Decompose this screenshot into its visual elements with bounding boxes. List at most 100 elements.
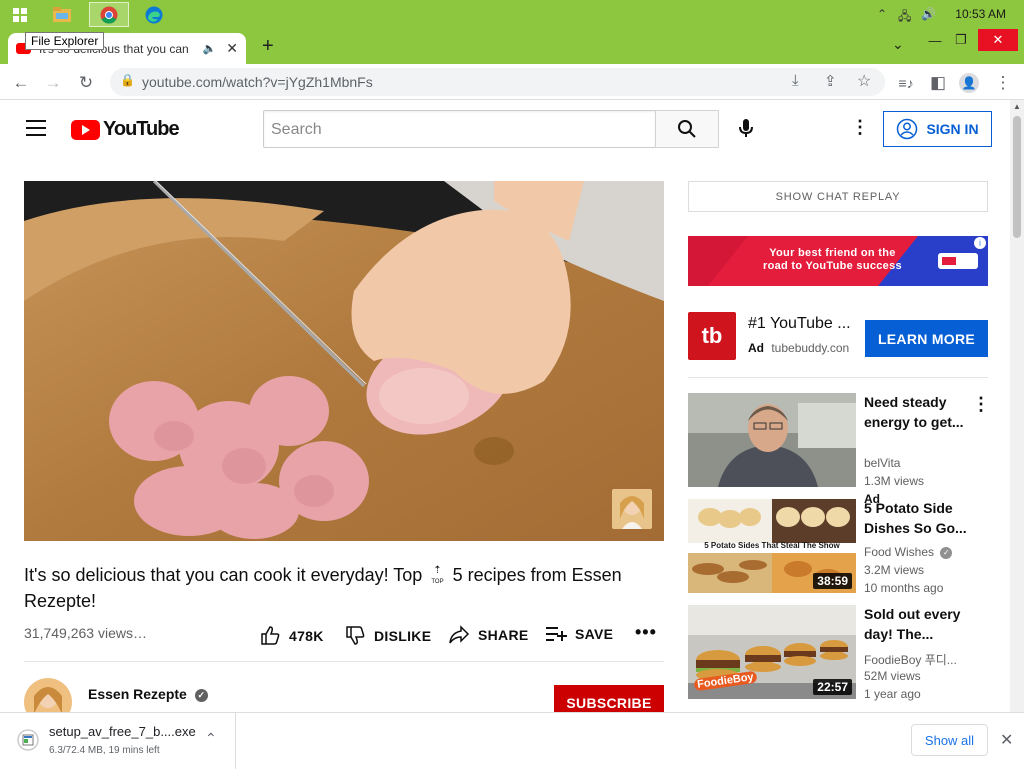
view-count[interactable]: 31,749,263 views…: [24, 625, 147, 641]
rec-title-3[interactable]: Sold out every day! The...: [864, 604, 974, 644]
taskbar-clock[interactable]: 10:53 AM: [955, 7, 1006, 21]
save-button[interactable]: SAVE: [545, 625, 613, 643]
share-button[interactable]: SHARE: [448, 625, 529, 645]
thumbs-up-icon: [261, 626, 280, 645]
page-scrollbar[interactable]: ▲: [1010, 100, 1024, 712]
banner-text: Your best friend on the road to YouTube …: [763, 247, 902, 273]
video-title: It's so delicious that you can cook it e…: [24, 562, 664, 614]
microphone-icon[interactable]: [734, 116, 758, 140]
volume-icon[interactable]: 🔊: [921, 7, 936, 21]
install-icon[interactable]: ⤓: [792, 72, 799, 89]
rec-channel-name-2: Food Wishes: [864, 545, 935, 559]
show-all-downloads-button[interactable]: Show all: [911, 724, 988, 756]
share-page-icon[interactable]: ⇪: [824, 72, 837, 90]
rec-thumbnail-3[interactable]: FoodieBoy 22:57: [688, 605, 856, 699]
rec-age-2: 10 months ago: [864, 581, 944, 595]
tray-chevron-icon[interactable]: ⌃: [877, 7, 887, 21]
rec-thumbnail-1[interactable]: [688, 393, 856, 487]
windows-start-icon[interactable]: [0, 2, 40, 27]
rec-age-3: 1 year ago: [864, 687, 921, 701]
channel-watermark[interactable]: [612, 489, 652, 529]
show-chat-replay-button[interactable]: SHOW CHAT REPLAY: [688, 181, 988, 212]
share-arrow-icon: [449, 625, 470, 644]
learn-more-button[interactable]: LEARN MORE: [865, 320, 988, 357]
sign-in-button[interactable]: SIGN IN: [883, 111, 992, 147]
ad-title[interactable]: #1 YouTube ...: [748, 315, 851, 333]
rec-thumbnail-2[interactable]: 5 Potato Sides That Steal The Show 38:59: [688, 499, 856, 593]
forward-arrow-icon[interactable]: →: [42, 72, 64, 94]
browser-toolbar: ← → ↻ 🔒 youtube.com/watch?v=jYgZh1MbnFs …: [0, 64, 1024, 100]
url-text[interactable]: youtube.com/watch?v=jYgZh1MbnFs: [142, 74, 373, 90]
tubebuddy-logo[interactable]: tb: [688, 312, 736, 360]
rec-duration-2: 38:59: [813, 573, 852, 589]
reload-icon[interactable]: ↻: [75, 72, 97, 94]
address-bar[interactable]: 🔒 youtube.com/watch?v=jYgZh1MbnFs ⤓ ⇪ ☆: [110, 68, 885, 96]
tab-audio-icon[interactable]: 🔈: [203, 42, 217, 55]
tab-search-icon[interactable]: ⌄: [892, 36, 904, 53]
rec-views-1: 1.3M views: [864, 474, 925, 488]
network-icon[interactable]: 🖧: [898, 7, 911, 28]
search-icon: [678, 120, 696, 138]
browser-menu-icon[interactable]: ⋮: [992, 72, 1014, 94]
download-item[interactable]: setup_av_free_7_b....exe 6.3/72.4 MB, 19…: [0, 713, 236, 769]
rec-channel-1[interactable]: belVita: [864, 456, 900, 470]
sign-in-label: SIGN IN: [926, 121, 979, 137]
profile-avatar-icon[interactable]: 👤: [959, 73, 979, 93]
scrollbar-thumb[interactable]: [1013, 116, 1021, 238]
rec-menu-icon-1[interactable]: ⋮: [972, 394, 990, 415]
rec-channel-2[interactable]: Food Wishes ✓: [864, 545, 953, 559]
rec-channel-3[interactable]: FoodieBoy 푸디...: [864, 651, 957, 668]
video-frame: [24, 181, 664, 541]
youtube-settings-menu-icon[interactable]: ⋮: [851, 117, 869, 138]
playlist-add-icon: [546, 627, 567, 641]
rec-title-1[interactable]: Need steady energy to get...: [864, 392, 974, 432]
bookmark-star-icon[interactable]: ☆: [857, 71, 871, 91]
thumbs-down-icon: [346, 626, 365, 645]
search-button[interactable]: [655, 110, 719, 148]
edge-icon[interactable]: [134, 2, 174, 27]
download-filename: setup_av_free_7_b....exe: [49, 724, 196, 739]
media-controls-icon[interactable]: ≡♪: [895, 72, 917, 94]
back-arrow-icon[interactable]: ←: [10, 72, 32, 94]
rec-views-3: 52M views: [864, 669, 921, 683]
close-window-button[interactable]: ✕: [978, 29, 1018, 51]
download-chevron-icon[interactable]: ⌃: [205, 730, 217, 747]
restore-button[interactable]: ❐: [944, 29, 978, 51]
windows-taskbar: ⌃ 🖧 🔊 10:53 AM: [0, 0, 1024, 29]
search-input[interactable]: Search: [263, 110, 656, 148]
lock-icon[interactable]: 🔒: [120, 73, 135, 87]
rec-title-2[interactable]: 5 Potato Side Dishes So Go...: [864, 498, 974, 538]
banner-text-line1: Your best friend on the: [769, 247, 896, 259]
youtube-wordmark: YouTube: [103, 118, 180, 140]
share-label: SHARE: [478, 627, 529, 643]
side-panel-icon[interactable]: ◧: [927, 72, 949, 94]
close-download-bar-icon[interactable]: ✕: [1000, 730, 1013, 750]
sidebar-divider: [688, 377, 988, 378]
channel-name[interactable]: Essen Rezepte ✓: [88, 686, 208, 702]
search-placeholder: Search: [271, 121, 322, 138]
new-tab-button[interactable]: +: [262, 35, 274, 58]
ad-info-icon[interactable]: i: [974, 237, 986, 249]
account-circle-icon: [897, 118, 918, 140]
verified-badge-icon: ✓: [940, 546, 953, 559]
video-title-part1: It's so delicious that you can cook it e…: [24, 565, 423, 585]
tab-close-icon[interactable]: ✕: [226, 40, 238, 57]
video-player[interactable]: [24, 181, 664, 541]
info-divider: [24, 661, 664, 662]
like-button[interactable]: 478K: [260, 625, 324, 646]
browser-tabstrip: It's so delicious that you can 🔈 ✕ + ⌄ —…: [0, 29, 1024, 64]
scroll-up-arrow-icon[interactable]: ▲: [1013, 102, 1021, 111]
youtube-header: YouTube Search ⋮ SIGN IN: [0, 100, 1010, 157]
download-status: 6.3/72.4 MB, 19 mins left: [49, 745, 160, 756]
youtube-play-icon: [71, 119, 100, 140]
dislike-label: DISLIKE: [374, 627, 432, 644]
more-actions-icon[interactable]: •••: [635, 622, 657, 643]
channel-name-text: Essen Rezepte: [88, 686, 187, 702]
ad-banner[interactable]: Your best friend on the road to YouTube …: [688, 236, 988, 286]
youtube-logo[interactable]: YouTube: [71, 118, 180, 141]
file-explorer-icon[interactable]: [42, 2, 82, 27]
hamburger-menu-icon[interactable]: [26, 120, 46, 136]
chrome-icon[interactable]: [89, 2, 129, 27]
download-bar: setup_av_free_7_b....exe 6.3/72.4 MB, 19…: [0, 712, 1024, 769]
dislike-button[interactable]: DISLIKE: [345, 625, 431, 646]
